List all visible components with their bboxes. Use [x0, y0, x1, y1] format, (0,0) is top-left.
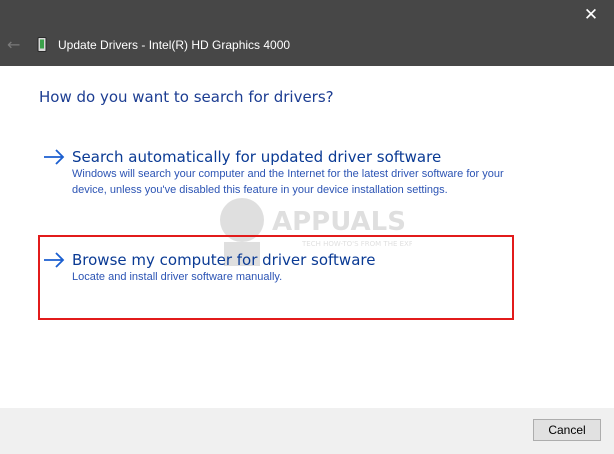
cancel-button[interactable]: Cancel — [533, 419, 601, 441]
window-title: Update Drivers - Intel(R) HD Graphics 40… — [58, 38, 291, 52]
dialog-footer: Cancel — [0, 408, 614, 454]
highlight-box — [38, 235, 514, 320]
back-button[interactable]: ← — [7, 36, 25, 54]
watermark-brand: APPUALS — [272, 207, 406, 237]
arrow-right-icon — [44, 149, 65, 165]
close-button[interactable]: ✕ — [568, 0, 614, 30]
back-arrow-icon[interactable]: ← — [7, 35, 20, 54]
page-heading: How do you want to search for drivers? — [39, 88, 334, 106]
device-icon — [37, 37, 47, 52]
option-description: Windows will search your computer and th… — [72, 168, 504, 196]
option-title[interactable]: Search automatically for updated driver … — [72, 147, 441, 167]
close-icon[interactable]: ✕ — [584, 5, 598, 25]
title-bar: ✕ ← Update Drivers - Intel(R) HD Graphic… — [0, 0, 614, 66]
